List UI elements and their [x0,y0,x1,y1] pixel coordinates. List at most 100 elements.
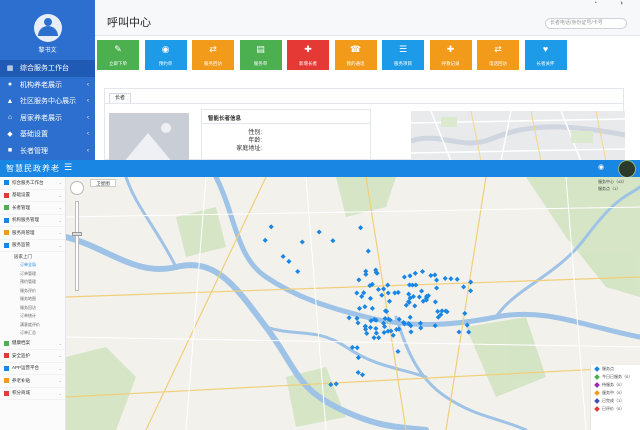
legend-status-1[interactable]: 今日已服务（0） [591,373,640,381]
service-marker[interactable] [280,253,286,260]
service-marker[interactable] [363,271,369,277]
sidebar-subitem-0[interactable]: 订单全局 [0,261,65,270]
sidebar-lower-item-4[interactable]: 积分商城 ⌄ [0,388,65,400]
service-marker[interactable] [299,239,305,245]
service-marker[interactable] [416,294,422,300]
action-button-4[interactable]: ✚ 新增长者 [287,40,329,70]
action-button-1[interactable]: ◉ 预约单 [144,40,187,70]
service-marker[interactable] [462,310,468,316]
legend-status-0[interactable]: 服务点 [591,365,640,373]
service-marker[interactable] [268,224,274,230]
service-marker[interactable] [373,325,379,332]
service-marker[interactable] [369,305,375,311]
service-marker[interactable] [346,315,352,321]
map-canvas[interactable] [66,177,640,430]
service-marker[interactable] [362,304,368,310]
service-marker[interactable] [286,258,292,264]
service-marker[interactable] [392,290,398,296]
service-marker[interactable] [354,345,360,351]
service-marker[interactable] [365,248,371,254]
sidebar-item-1[interactable]: ● 机构养老展示 ‹ [0,77,95,94]
pan-control[interactable] [70,181,84,195]
service-marker[interactable] [316,229,322,235]
service-marker[interactable] [359,372,366,378]
service-marker[interactable] [439,308,445,314]
service-marker[interactable] [386,298,393,304]
sidebar-item-0[interactable]: 综合服务工作台 ⌄ [0,177,65,190]
service-marker[interactable] [406,291,412,297]
sidebar-subitem-5[interactable]: 服务回访 [0,304,65,313]
sidebar-subitem-2[interactable]: 预约管理 [0,278,65,287]
legend-status-2[interactable]: 待服务（0） [591,381,640,389]
user-avatar[interactable] [34,14,62,42]
action-button-8[interactable]: ⇄ 电话回访 [477,40,519,70]
service-marker[interactable] [376,335,382,341]
service-marker[interactable] [454,276,460,282]
zoom-thumb[interactable] [72,232,82,236]
service-marker[interactable] [408,329,414,335]
service-marker[interactable] [448,276,454,282]
service-marker[interactable] [381,286,387,292]
elder-location-map[interactable] [411,111,625,160]
service-marker[interactable] [432,299,438,305]
sidebar-lower-item-1[interactable]: 安全监护 ⌄ [0,350,65,363]
service-marker[interactable] [379,292,385,298]
service-marker[interactable] [419,288,425,294]
legend-service-center[interactable]: 服务中心（43） [598,179,638,186]
action-button-7[interactable]: ✚ 呼救记录 [429,40,472,70]
sidebar-lower-item-3[interactable]: 养老补贴 ⌄ [0,375,65,388]
service-marker[interactable] [442,275,448,281]
service-marker[interactable] [385,282,391,288]
sidebar-item-2[interactable]: 长者管理 ⌄ [0,202,65,215]
service-marker[interactable] [356,305,363,311]
service-marker[interactable] [412,303,418,309]
eye-icon[interactable]: ◉ [598,163,604,171]
sidebar-subitem-6[interactable]: 订单统计 [0,312,65,321]
search-input[interactable] [545,18,627,29]
service-marker[interactable] [381,329,387,336]
sidebar-item-3[interactable]: 机构服务管理 ⌄ [0,215,65,227]
sidebar-item-3[interactable]: ⌂ 居家养老展示 ‹ [0,110,95,127]
service-marker[interactable] [395,348,401,355]
service-marker[interactable] [407,273,413,279]
sidebar-item-5[interactable]: 服务监管 ⌄ [0,240,65,252]
service-marker[interactable] [364,330,370,336]
service-marker[interactable] [355,320,361,326]
tab-elder[interactable]: 长者 [109,93,131,103]
service-marker[interactable] [435,308,441,314]
service-marker[interactable] [358,225,364,231]
service-marker[interactable] [333,381,339,387]
service-marker[interactable] [412,270,418,276]
service-marker[interactable] [373,330,379,336]
service-marker[interactable] [375,286,381,293]
service-marker[interactable] [354,290,360,296]
service-marker[interactable] [371,335,377,341]
sidebar-item-4[interactable]: 服务商管理 ⌄ [0,227,65,240]
action-button-6[interactable]: ☰ 服务项目 [382,40,424,70]
action-button-0[interactable]: ✎ 立即下单 [97,40,139,70]
service-marker[interactable] [262,237,268,243]
map-type-toggle[interactable]: 卫星图 [90,179,116,187]
sidebar-item-4[interactable]: ◆ 基础设置 ‹ [0,126,95,143]
service-marker[interactable] [388,328,394,334]
sidebar-subitem-3[interactable]: 服务评价 [0,287,65,296]
service-marker[interactable] [355,369,361,376]
legend-status-4[interactable]: 已完成（1） [591,397,640,405]
service-marker[interactable] [409,282,416,288]
sidebar-lower-item-2[interactable]: APP运营平台 ⌄ [0,363,65,375]
sidebar-lower-item-0[interactable]: 健康档案 ⌄ [0,338,65,350]
service-marker[interactable] [432,272,438,278]
bell-icon[interactable]: ◔ [593,0,597,7]
service-marker[interactable] [385,290,391,296]
service-marker[interactable] [419,268,426,275]
user-icon[interactable]: ◑ [619,0,623,7]
sidebar-group-home-visit[interactable]: 居家上门 [0,252,65,261]
legend-status-3[interactable]: 服务中（0） [591,389,640,397]
service-marker[interactable] [461,284,467,290]
service-map[interactable]: 卫星图 服务中心（43） 服务点（1） 服务点 今日已服务（0） 待服务（0） 服务中… [66,177,640,430]
action-button-2[interactable]: ⇄ 服务回访 [192,40,234,70]
sidebar-item-1[interactable]: 基础设置 ⌄ [0,190,65,202]
service-marker[interactable] [367,295,374,301]
sidebar-subitem-7[interactable]: 满意度评价 [0,321,65,330]
zoom-slider[interactable] [72,201,82,291]
